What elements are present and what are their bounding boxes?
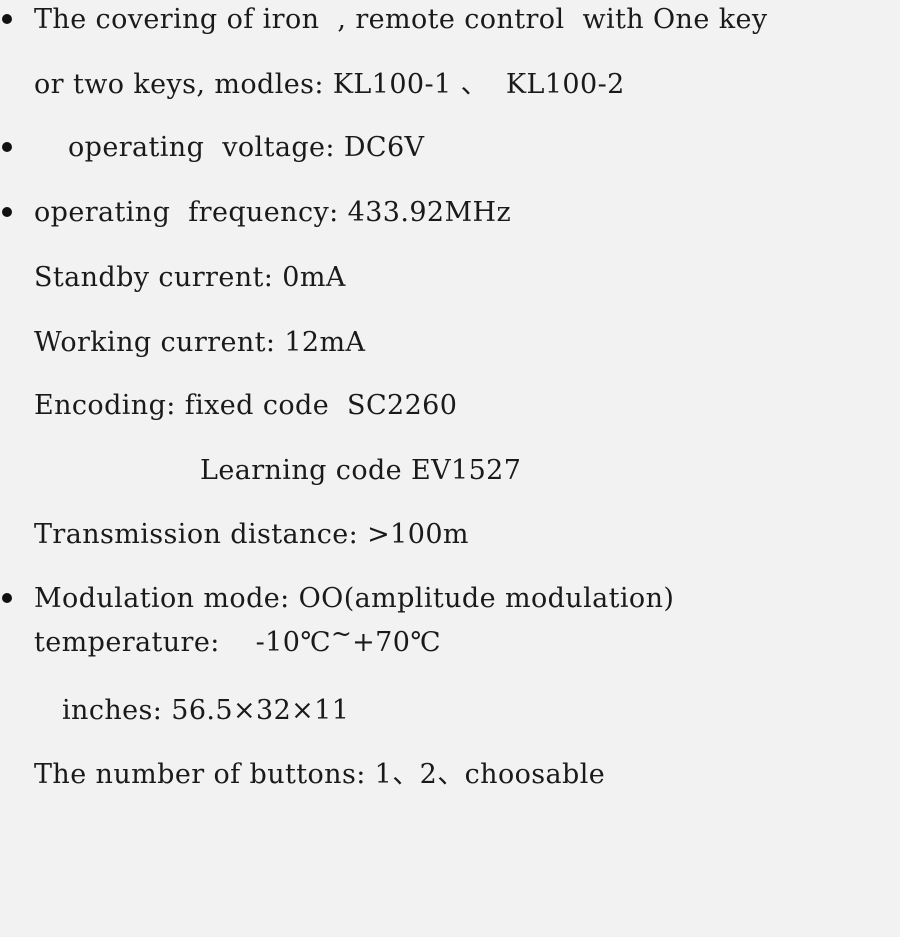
spec-line-text: Encoding: fixed code SC2260 xyxy=(34,390,458,421)
spec-line-text: Standby current: 0mA xyxy=(34,262,346,293)
spec-line-encoding-fixed: Encoding: fixed code SC2260 xyxy=(0,373,900,438)
bullet-point-icon xyxy=(2,142,12,152)
bullet-point-icon xyxy=(2,14,12,24)
spec-line-covering-of-iron: The covering of iron , remote control wi… xyxy=(0,0,900,52)
spec-line-text: Learning code EV1527 xyxy=(200,455,522,486)
spec-line-text: temperature: -10℃~+70℃ xyxy=(34,610,441,675)
spec-line-text: The covering of iron , remote control wi… xyxy=(34,4,768,35)
spec-line-models: or two keys, modles: KL100-1 、 KL100-2 xyxy=(0,52,900,117)
temperature-range-low: temperature: -10℃ xyxy=(34,627,331,658)
spec-line-text: Transmission distance: >100m xyxy=(34,519,469,550)
specification-sheet: The covering of iron , remote control wi… xyxy=(0,0,900,805)
spec-line-inches: inches: 56.5×32×11 xyxy=(0,678,900,743)
spec-line-temperature: temperature: -10℃~+70℃ xyxy=(0,610,900,675)
spec-line-working-current: Working current: 12mA xyxy=(0,310,900,375)
spec-line-text: or two keys, modles: KL100-1 、 KL100-2 xyxy=(34,69,625,100)
spec-line-standby-current: Standby current: 0mA xyxy=(0,245,900,310)
spec-line-text: inches: 56.5×32×11 xyxy=(62,695,350,726)
spec-line-operating-frequency: operating frequency: 433.92MHz xyxy=(0,180,900,245)
spec-line-transmission-distance: Transmission distance: >100m xyxy=(0,502,900,567)
spec-line-operating-voltage: operating voltage: DC6V xyxy=(0,115,900,180)
spec-line-text: operating voltage: DC6V xyxy=(68,132,425,163)
spec-line-number-of-buttons: The number of buttons: 1、2、choosable xyxy=(0,742,900,807)
spec-line-encoding-learning: Learning code EV1527 xyxy=(0,438,900,503)
bullet-point-icon xyxy=(2,207,12,217)
tilde-separator: ~ xyxy=(330,618,353,648)
temperature-range-high: +70℃ xyxy=(352,627,441,658)
spec-line-text: The number of buttons: 1、2、choosable xyxy=(34,759,606,790)
bullet-point-icon xyxy=(2,593,12,603)
spec-line-text: Working current: 12mA xyxy=(34,327,366,358)
spec-line-text: operating frequency: 433.92MHz xyxy=(34,197,512,228)
